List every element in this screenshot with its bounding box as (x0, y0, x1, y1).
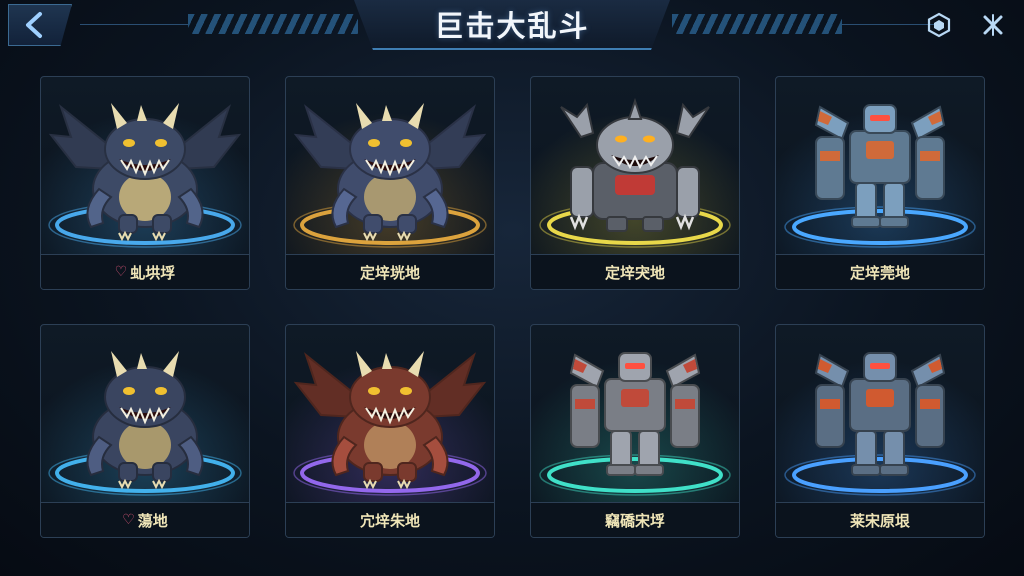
dragon-monster-icon (286, 77, 494, 255)
close-cross-icon (983, 14, 1003, 36)
monster-name-text: 定垶莞地 (849, 263, 910, 282)
monster-name-text: 虬垬垺 (130, 263, 176, 282)
monster-name-text: 竊礄宋垺 (604, 511, 665, 530)
title-plate: 巨击大乱斗 (354, 0, 670, 50)
mech-robot-icon (776, 77, 984, 255)
monster-name-label: 竊礄宋垺 (531, 502, 739, 537)
monster-name-label: 宂垶朱地 (286, 502, 494, 537)
hexagon-settings-icon (927, 12, 951, 38)
heart-icon: ♡ (122, 512, 135, 528)
monster-card[interactable]: 莱宋原垠 (775, 324, 985, 538)
header-stripes-right (672, 14, 842, 34)
monster-card[interactable]: 竊礄宋垺 (530, 324, 740, 538)
monster-card[interactable]: 宂垶朱地 (285, 324, 495, 538)
monster-name-label: ♡ 蕩地 (41, 502, 249, 537)
monster-card[interactable]: ♡ 虬垬垺 (40, 76, 250, 290)
dragon-monster-icon (41, 77, 249, 255)
monster-name-label: 莱宋原垠 (776, 502, 984, 537)
monster-name-text: 宂垶朱地 (359, 511, 420, 530)
monster-card[interactable]: 定垶垙地 (285, 76, 495, 290)
monster-name-text: 莱宋原垠 (849, 511, 910, 530)
monster-name-label: 定垶垙地 (286, 254, 494, 289)
header-stripes-left (188, 14, 358, 34)
monster-card[interactable]: 定垶莞地 (775, 76, 985, 290)
monster-card[interactable]: ♡ 蕩地 (40, 324, 250, 538)
robot-beast-icon (531, 77, 739, 255)
monster-name-label: 定垶宊地 (531, 254, 739, 289)
back-button[interactable] (8, 4, 72, 46)
mech-robot-icon (531, 325, 739, 503)
monster-name-text: 定垶宊地 (604, 263, 665, 282)
header-divider-left (80, 24, 188, 25)
monster-name-label: 定垶莞地 (776, 254, 984, 289)
dragon-monster-icon (41, 325, 249, 503)
chevron-left-icon (26, 12, 42, 38)
page-title: 巨击大乱斗 (434, 9, 590, 43)
top-bar: 巨击大乱斗 (0, 0, 1024, 50)
monster-name-text: 定垶垙地 (359, 263, 420, 282)
mech-robot-icon (776, 325, 984, 503)
monster-card[interactable]: 定垶宊地 (530, 76, 740, 290)
settings-button[interactable] (926, 12, 952, 38)
monster-name-text: 蕩地 (137, 511, 168, 530)
dragon-monster-icon (286, 325, 494, 503)
close-button[interactable] (980, 12, 1006, 38)
monster-name-label: ♡ 虬垬垺 (41, 254, 249, 289)
heart-icon: ♡ (114, 264, 128, 280)
